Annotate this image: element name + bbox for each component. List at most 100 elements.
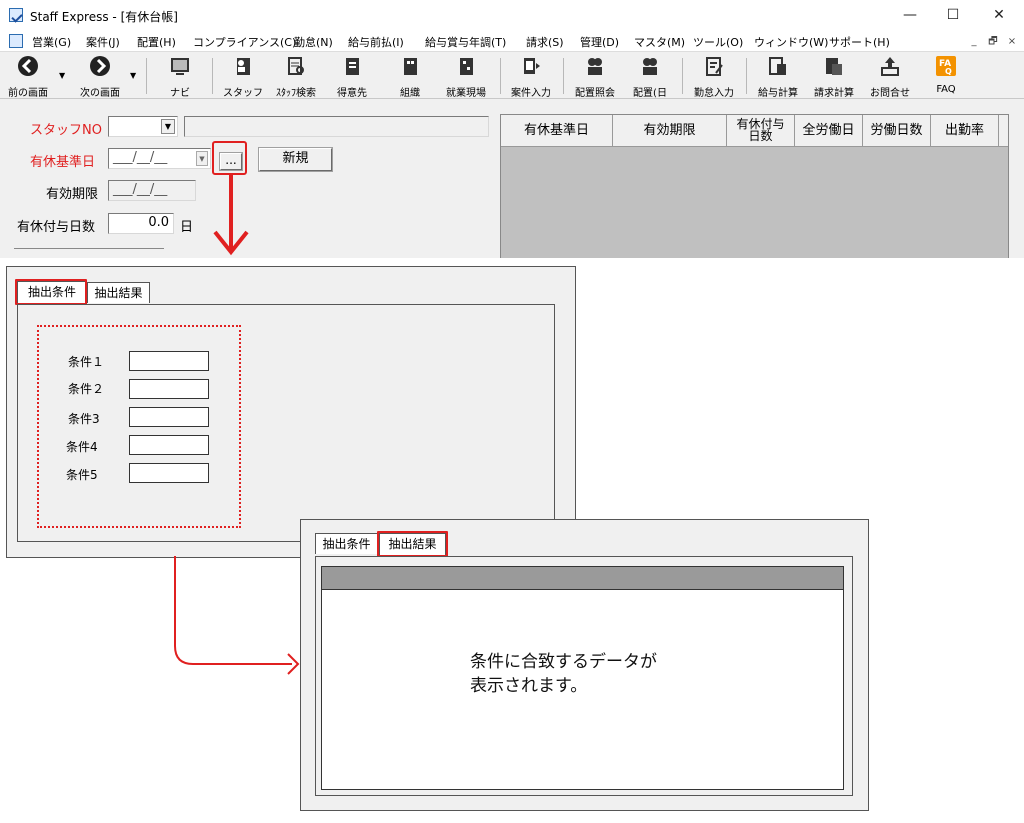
valid-until-label: 有効期限 bbox=[46, 187, 99, 202]
staff-search-button[interactable]: ｽﾀｯﾌ検索 bbox=[268, 55, 324, 99]
condition-1-input[interactable] bbox=[129, 351, 209, 371]
grant-days-label: 有休付与日数 bbox=[17, 220, 96, 235]
placement-daily-icon bbox=[643, 58, 657, 75]
attendance-input-icon bbox=[706, 57, 723, 76]
menu-master[interactable]: マスタ(M) bbox=[634, 34, 685, 50]
client-icon bbox=[346, 58, 359, 75]
staff-button[interactable]: スタッフ bbox=[221, 55, 265, 99]
grant-days-value: 0.0 bbox=[148, 215, 169, 230]
staff-no-select[interactable]: ▼ bbox=[108, 116, 178, 137]
maximize-button[interactable]: ☐ bbox=[938, 4, 968, 26]
menu-attendance[interactable]: 勤怠(N) bbox=[294, 34, 333, 50]
grant-days-input[interactable]: 0.0 bbox=[108, 213, 174, 234]
menu-sales[interactable]: 営業(G) bbox=[32, 34, 71, 50]
client-button[interactable]: 得意先 bbox=[330, 55, 374, 99]
forward-dropdown-icon[interactable]: ▼ bbox=[130, 71, 136, 80]
grid-header-cell[interactable]: 有休付与日数 bbox=[727, 115, 795, 146]
toolbar-separator bbox=[500, 58, 501, 94]
base-date-picker[interactable]: ___/__/__ ▼ bbox=[108, 148, 211, 169]
organization-button[interactable]: 組織 bbox=[388, 55, 432, 99]
worksite-icon bbox=[460, 58, 473, 75]
faq-button[interactable]: FA Q FAQ bbox=[924, 55, 968, 97]
forward-arrow-icon bbox=[90, 56, 110, 76]
grid-header-cell[interactable]: 有休基準日 bbox=[501, 115, 613, 146]
results-header bbox=[321, 566, 844, 590]
menu-compliance[interactable]: コンプライアンス(C) bbox=[193, 34, 296, 50]
highlight-box bbox=[377, 531, 448, 557]
window-title: Staff Express - [有休台帳] bbox=[30, 10, 178, 24]
condition-label: 条件１ bbox=[68, 355, 105, 369]
document-icon bbox=[9, 34, 23, 48]
billing-icon bbox=[826, 58, 842, 75]
results-message: 条件に合致するデータが 表示されます。 bbox=[470, 652, 657, 696]
tab-strip-edge bbox=[14, 248, 164, 258]
minimize-button[interactable]: — bbox=[895, 4, 925, 26]
title-bar: Staff Express - [有休台帳] — ☐ ✕ bbox=[0, 0, 1024, 31]
navi-icon bbox=[171, 58, 189, 75]
toolbar-separator bbox=[212, 58, 213, 94]
navi-button[interactable]: ナビ bbox=[158, 55, 202, 99]
tab-search-conditions[interactable]: 抽出条件 bbox=[315, 533, 378, 554]
condition-3-input[interactable] bbox=[129, 407, 209, 427]
inquiry-button[interactable]: お問合せ bbox=[864, 55, 916, 99]
new-button[interactable]: 新規 bbox=[258, 147, 333, 172]
condition-label: 条件5 bbox=[66, 468, 98, 482]
grid-header-cell[interactable]: 出勤率 bbox=[931, 115, 999, 146]
grid-header-cell[interactable]: 労働日数 bbox=[863, 115, 931, 146]
menu-placement[interactable]: 配置(H) bbox=[137, 34, 176, 50]
close-button[interactable]: ✕ bbox=[984, 4, 1014, 26]
billing-button[interactable]: 請求計算 bbox=[808, 55, 860, 99]
svg-text:Q: Q bbox=[945, 67, 952, 76]
back-button[interactable]: 前の画面 bbox=[2, 55, 54, 99]
valid-until-field: ___/__/__ bbox=[108, 180, 196, 201]
menu-tools[interactable]: ツール(O) bbox=[693, 34, 743, 50]
app-icon bbox=[9, 8, 23, 22]
menu-case[interactable]: 案件(J) bbox=[86, 34, 120, 50]
mdi-minimize-button[interactable]: _ bbox=[967, 35, 981, 48]
worksite-button[interactable]: 就業現場 bbox=[440, 55, 492, 99]
menu-window[interactable]: ウィンドウ(W) bbox=[754, 34, 828, 50]
menu-advance-pay[interactable]: 給与前払(I) bbox=[348, 34, 404, 50]
back-dropdown-icon[interactable]: ▼ bbox=[59, 71, 65, 80]
menu-billing[interactable]: 請求(S) bbox=[526, 34, 564, 50]
date-placeholder: ___/__/__ bbox=[113, 150, 168, 165]
case-input-button[interactable]: 案件入力 bbox=[505, 55, 557, 99]
menu-support[interactable]: サポート(H) bbox=[829, 34, 890, 50]
inquiry-icon bbox=[881, 57, 899, 76]
mdi-close-button[interactable]: × bbox=[1005, 35, 1019, 48]
payroll-icon bbox=[769, 57, 786, 75]
toolbar-separator bbox=[746, 58, 747, 94]
condition-5-input[interactable] bbox=[129, 463, 209, 483]
tab-search-results[interactable]: 抽出結果 bbox=[87, 282, 150, 303]
toolbar-separator bbox=[682, 58, 683, 94]
condition-label: 条件4 bbox=[66, 440, 98, 454]
attendance-input-button[interactable]: 勤怠入力 bbox=[688, 55, 740, 99]
condition-label: 条件２ bbox=[68, 382, 105, 396]
mdi-restore-button[interactable]: 🗗 bbox=[986, 35, 1000, 48]
arrow-down-icon bbox=[213, 230, 249, 256]
placement-inquiry-button[interactable]: 配置照会 bbox=[569, 55, 621, 99]
grid-header-cell[interactable]: 有効期限 bbox=[613, 115, 727, 146]
grant-days-unit: 日 bbox=[180, 220, 194, 235]
placement-inquiry-icon bbox=[588, 58, 602, 75]
staff-no-label: スタッフNO bbox=[30, 123, 102, 138]
highlight-box bbox=[15, 279, 87, 305]
case-input-icon bbox=[524, 58, 540, 74]
payroll-button[interactable]: 給与計算 bbox=[752, 55, 804, 99]
chevron-down-icon: ▼ bbox=[196, 151, 208, 166]
menu-management[interactable]: 管理(D) bbox=[580, 34, 619, 50]
back-arrow-icon bbox=[18, 56, 38, 76]
menu-payroll[interactable]: 給与賞与年調(T) bbox=[425, 34, 506, 50]
chevron-down-icon: ▼ bbox=[161, 119, 175, 134]
date-placeholder: ___/__/__ bbox=[113, 182, 168, 197]
grid-header: 有休基準日 有効期限 有休付与日数 全労働日 労働日数 出勤率 bbox=[501, 115, 1008, 147]
condition-2-input[interactable] bbox=[129, 379, 209, 399]
forward-button[interactable]: 次の画面 bbox=[72, 55, 128, 99]
staff-name-field bbox=[184, 116, 489, 137]
connector-arrow bbox=[174, 556, 300, 675]
grid-header-cell[interactable]: 全労働日 bbox=[795, 115, 863, 146]
faq-icon: FAQ bbox=[936, 56, 956, 76]
menu-bar: 営業(G) 案件(J) 配置(H) コンプライアンス(C) 勤怠(N) 給与前払… bbox=[0, 31, 1024, 51]
condition-4-input[interactable] bbox=[129, 435, 209, 455]
placement-daily-button[interactable]: 配置(日 bbox=[626, 55, 674, 99]
